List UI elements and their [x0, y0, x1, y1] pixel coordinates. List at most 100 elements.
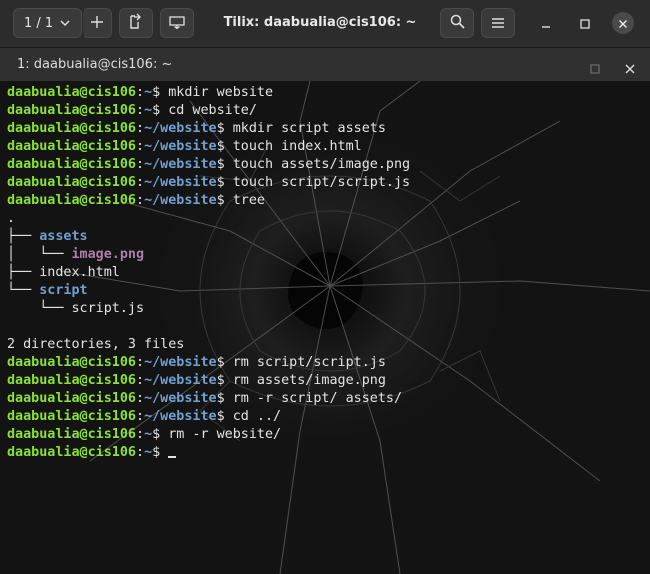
command-text: rm -r website/	[168, 427, 282, 442]
output-line: .	[7, 210, 647, 228]
prompt-line: daabualia@cis106:~/website$ rm assets/im…	[7, 372, 647, 390]
output-line: ├── index.html	[7, 264, 647, 282]
prompt-line: daabualia@cis106:~/website$ touch script…	[7, 174, 647, 192]
command-text: rm script/script.js	[232, 355, 386, 370]
prompt-symbol: $	[152, 85, 169, 100]
prompt-separator: :	[136, 445, 145, 460]
split-terminal-button[interactable]	[160, 8, 194, 38]
terminal-maximize-icon[interactable]	[590, 59, 600, 78]
output-text: .	[7, 211, 16, 226]
output-text: ├── index.html	[7, 265, 120, 280]
header-bar: 1 / 1 Tilix: daabualia@cis106: ~	[0, 0, 650, 48]
hamburger-menu-icon	[491, 14, 505, 33]
terminal-title-bar: 1: daabualia@cis106: ~	[0, 48, 650, 81]
prompt-separator: :	[136, 103, 145, 118]
terminal-close-icon[interactable]	[625, 59, 635, 78]
command-text: rm assets/image.png	[232, 373, 386, 388]
output-text: │ └──	[7, 247, 72, 262]
prompt-user-host: daabualia@cis106	[7, 445, 136, 460]
command-text: mkdir script assets	[232, 121, 386, 136]
prompt-separator: :	[136, 373, 145, 388]
prompt-line: daabualia@cis106:~/website$ cd ../	[7, 408, 647, 426]
attach-session-button[interactable]	[119, 8, 153, 38]
command-text: cd website/	[168, 103, 257, 118]
prompt-path: ~/website	[144, 139, 217, 154]
prompt-path: ~	[144, 103, 153, 118]
prompt-symbol: $	[216, 157, 233, 172]
search-button[interactable]	[440, 8, 474, 38]
prompt-separator: :	[136, 409, 145, 424]
chevron-down-icon	[59, 17, 71, 33]
prompt-symbol: $	[216, 409, 233, 424]
prompt-separator: :	[136, 175, 145, 190]
prompt-symbol: $	[216, 121, 233, 136]
command-text: cd ../	[232, 409, 282, 424]
menu-button[interactable]	[481, 8, 515, 38]
prompt-separator: :	[136, 157, 145, 172]
prompt-line: daabualia@cis106:~$ mkdir website	[7, 84, 647, 102]
maximize-button[interactable]	[574, 12, 596, 34]
prompt-user-host: daabualia@cis106	[7, 175, 136, 190]
prompt-path: ~/website	[144, 373, 217, 388]
split-icon	[169, 14, 185, 33]
prompt-path: ~	[144, 85, 153, 100]
close-icon	[618, 14, 628, 33]
prompt-user-host: daabualia@cis106	[7, 409, 136, 424]
terminal-lines: daabualia@cis106:~$ mkdir website daabual…	[7, 84, 647, 462]
output-line: 2 directories, 3 files	[7, 336, 647, 354]
prompt-user-host: daabualia@cis106	[7, 121, 136, 136]
prompt-user-host: daabualia@cis106	[7, 373, 136, 388]
directory-name: script	[39, 283, 88, 298]
command-text: tree	[232, 193, 265, 208]
prompt-symbol: $	[216, 193, 233, 208]
prompt-user-host: daabualia@cis106	[7, 391, 136, 406]
prompt-symbol: $	[152, 427, 169, 442]
add-session-button[interactable]	[82, 8, 112, 38]
prompt-symbol: $	[152, 103, 169, 118]
output-line: │ └── image.png	[7, 246, 647, 264]
prompt-symbol: $	[216, 175, 233, 190]
output-text: 2 directories, 3 files	[7, 337, 185, 352]
command-text: touch index.html	[232, 139, 362, 154]
output-text: └── script.js	[7, 301, 145, 316]
prompt-path: ~/website	[144, 193, 217, 208]
prompt-separator: :	[136, 193, 145, 208]
prompt-user-host: daabualia@cis106	[7, 355, 136, 370]
prompt-line: daabualia@cis106:~/website$ rm -r script…	[7, 390, 647, 408]
prompt-user-host: daabualia@cis106	[7, 427, 136, 442]
window-title: Tilix: daabualia@cis106: ~	[223, 15, 417, 30]
minimize-button[interactable]	[535, 12, 557, 34]
output-text: └──	[7, 283, 40, 298]
session-switcher-button[interactable]: 1 / 1	[13, 8, 82, 38]
prompt-separator: :	[136, 427, 145, 442]
prompt-path: ~/website	[144, 409, 217, 424]
output-line: ├── assets	[7, 228, 647, 246]
prompt-line: daabualia@cis106:~/website$ touch index.…	[7, 138, 647, 156]
prompt-line: daabualia@cis106:~/website$ mkdir script…	[7, 120, 647, 138]
add-icon	[90, 14, 104, 33]
prompt-path: ~/website	[144, 157, 217, 172]
command-text: touch script/script.js	[232, 175, 411, 190]
prompt-symbol: $	[216, 391, 233, 406]
search-icon	[450, 14, 465, 33]
prompt-separator: :	[136, 139, 145, 154]
maximize-icon	[580, 14, 590, 33]
terminal-output-area[interactable]: daabualia@cis106:~$ mkdir website daabual…	[0, 81, 650, 574]
prompt-user-host: daabualia@cis106	[7, 193, 136, 208]
file-name: image.png	[71, 247, 145, 262]
prompt-path: ~/website	[144, 391, 217, 406]
prompt-symbol: $	[216, 355, 233, 370]
minimize-icon	[541, 14, 551, 33]
prompt-user-host: daabualia@cis106	[7, 103, 136, 118]
prompt-symbol: $	[152, 445, 169, 460]
prompt-line: daabualia@cis106:~$ rm -r website/	[7, 426, 647, 444]
prompt-symbol: $	[216, 373, 233, 388]
close-window-button[interactable]	[612, 12, 634, 34]
prompt-user-host: daabualia@cis106	[7, 139, 136, 154]
prompt-path: ~/website	[144, 355, 217, 370]
directory-name: assets	[39, 229, 88, 244]
prompt-separator: :	[136, 355, 145, 370]
prompt-line: daabualia@cis106:~/website$ rm script/sc…	[7, 354, 647, 372]
prompt-path: ~	[144, 445, 153, 460]
